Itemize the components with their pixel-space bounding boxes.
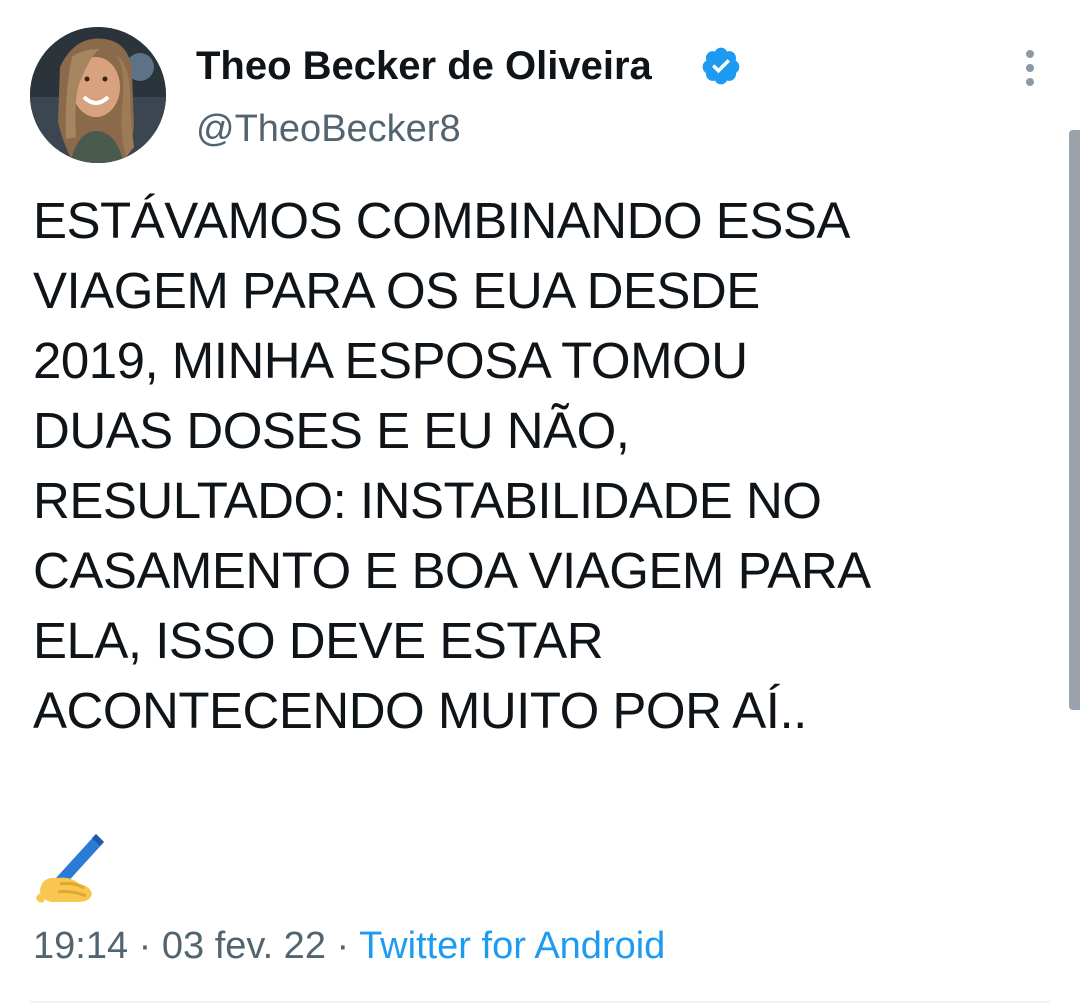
tweet-text: ESTÁVAMOS COMBINANDO ESSA VIAGEM PARA OS… <box>33 186 1053 746</box>
verified-badge-icon <box>702 47 740 85</box>
tweet-text-line: ELA, ISSO DEVE ESTAR <box>33 612 604 669</box>
tweet-text-line: VIAGEM PARA OS EUA DESDE <box>33 262 760 319</box>
tweet-text-line: ESTÁVAMOS COMBINANDO ESSA <box>33 192 850 249</box>
meta-separator: · <box>128 925 162 967</box>
tweet-source-link[interactable]: Twitter for Android <box>359 925 665 967</box>
divider <box>30 1001 1050 1003</box>
avatar[interactable] <box>30 27 166 163</box>
writing-hand-icon <box>36 834 104 903</box>
user-handle[interactable]: @TheoBecker8 <box>196 104 461 154</box>
scrollbar[interactable] <box>1069 130 1080 710</box>
tweet-text-line: CASAMENTO E BOA VIAGEM PARA <box>33 542 871 599</box>
tweet-text-line: ACONTECENDO MUITO POR AÍ.. <box>33 682 807 739</box>
tweet-text-line: 2019, MINHA ESPOSA TOMOU <box>33 332 748 389</box>
tweet-text-line: RESULTADO: INSTABILIDADE NO <box>33 472 822 529</box>
tweet-meta: 19:14 · 03 fev. 22 · Twitter for Android <box>33 918 665 974</box>
more-options-icon[interactable] <box>1010 46 1050 90</box>
profile-photo-icon <box>30 27 166 163</box>
display-name[interactable]: Theo Becker de Oliveira <box>196 40 652 92</box>
tweet-date[interactable]: 03 fev. 22 <box>162 925 326 967</box>
meta-separator: · <box>325 925 360 967</box>
tweet-detail: Theo Becker de Oliveira @TheoBecker8 EST… <box>0 0 1080 1005</box>
tweet-time[interactable]: 19:14 <box>33 925 128 967</box>
tweet-text-line: DUAS DOSES E EU NÃO, <box>33 402 630 459</box>
